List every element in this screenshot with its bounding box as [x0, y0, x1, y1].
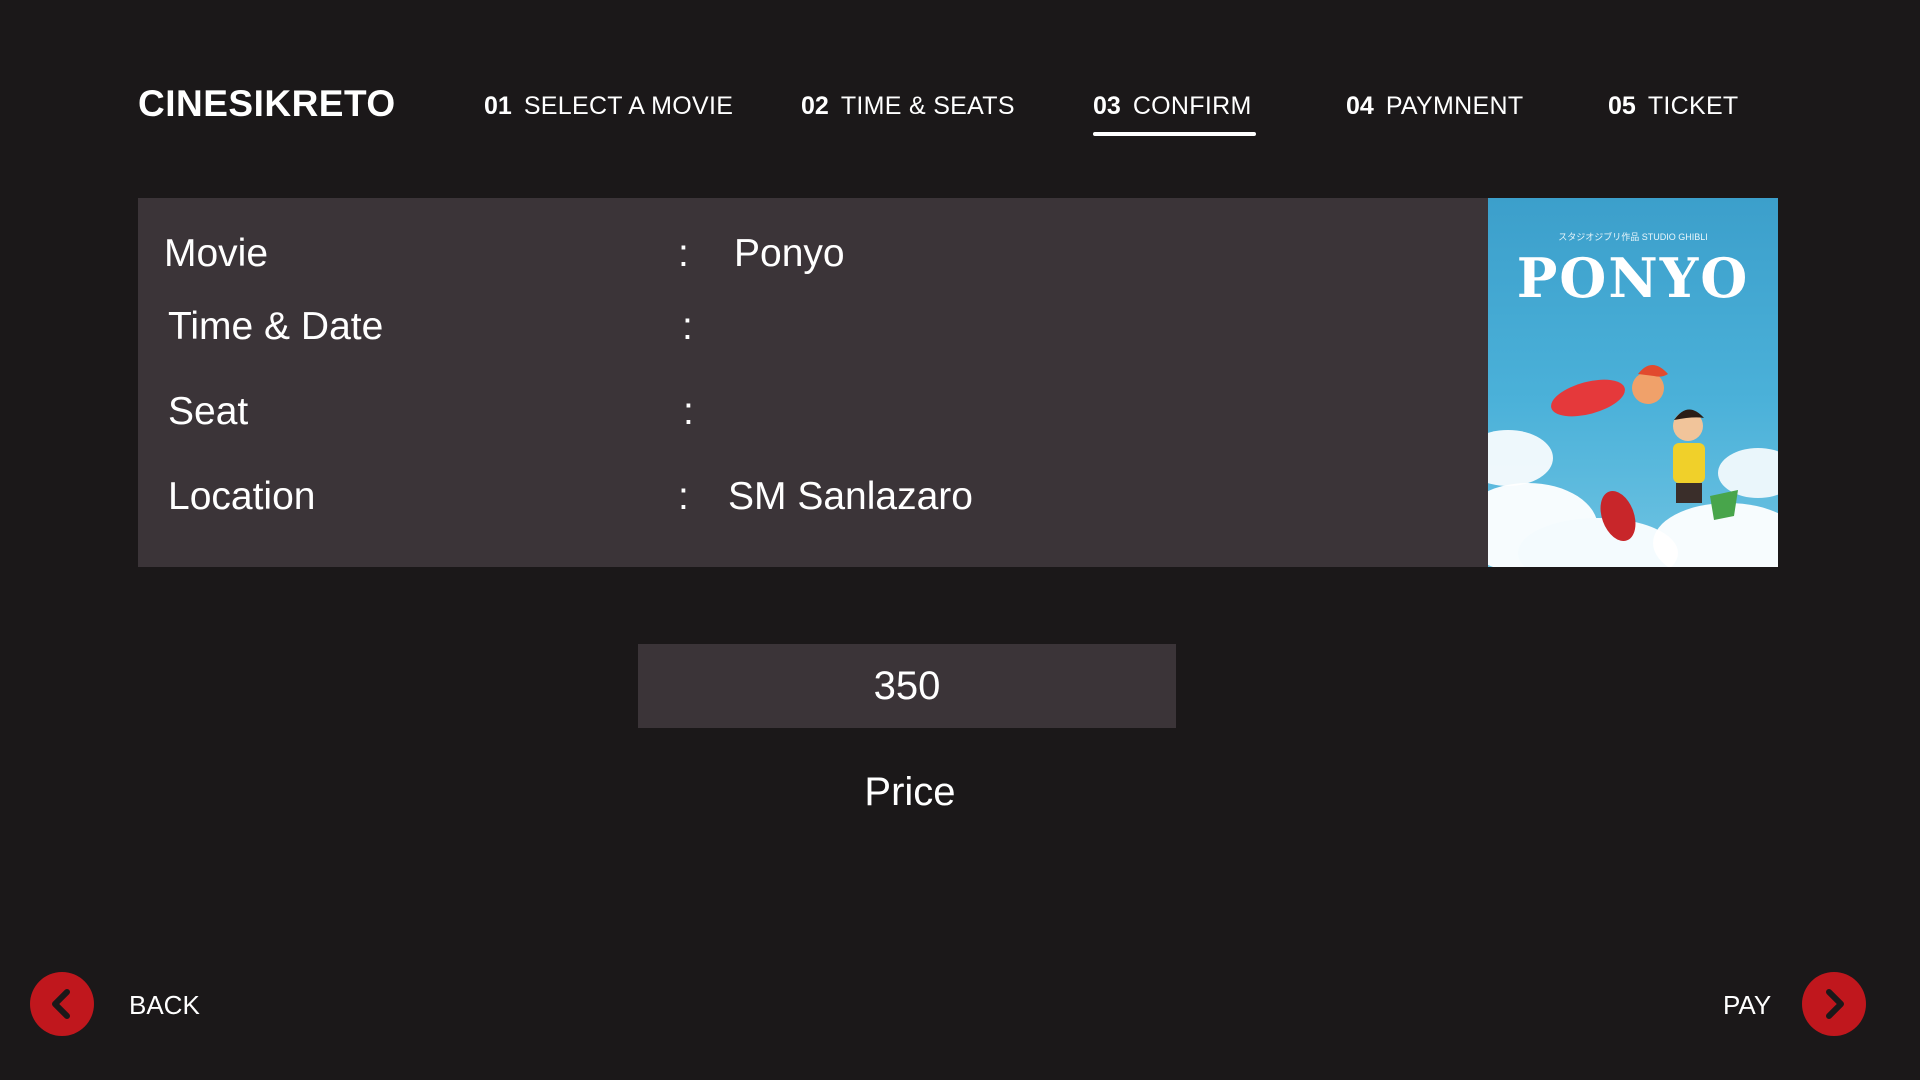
step-number: 04: [1346, 92, 1374, 120]
step-label: CONFIRM: [1132, 92, 1252, 120]
detail-label: Movie: [164, 232, 269, 275]
detail-value: SM Sanlazaro: [728, 475, 973, 518]
detail-separator: :: [678, 475, 689, 518]
detail-label: Location: [168, 475, 316, 518]
step-time-seats[interactable]: 02 TIME & SEATS: [801, 92, 1015, 128]
chevron-left-icon: [52, 989, 70, 1019]
step-number: 05: [1608, 92, 1636, 120]
step-ticket[interactable]: 05 TICKET: [1608, 92, 1739, 128]
pay-button[interactable]: [1802, 972, 1866, 1036]
chevron-right-icon: [1826, 989, 1844, 1019]
step-label: TIME & SEATS: [840, 92, 1015, 120]
detail-label: Time & Date: [168, 305, 384, 348]
brand-logo[interactable]: CINESIKRETO: [138, 83, 396, 125]
step-payment[interactable]: 04 PAYMNENT: [1346, 92, 1523, 128]
confirm-screen: CINESIKRETO 01 SELECT A MOVIE 02 TIME & SE…: [0, 0, 1920, 1080]
detail-separator: :: [682, 305, 693, 348]
step-number: 01: [484, 92, 512, 120]
detail-separator: :: [683, 390, 694, 433]
poster-title: PONYO: [1516, 246, 1750, 310]
booking-details-panel: Movie : Ponyo Time & Date : Seat : Locat…: [138, 198, 1488, 567]
price-label: Price: [864, 770, 956, 814]
step-label: TICKET: [1647, 92, 1739, 120]
detail-separator: :: [678, 232, 689, 275]
detail-value: Ponyo: [734, 232, 845, 275]
back-button[interactable]: [30, 972, 94, 1036]
step-select-movie[interactable]: 01 SELECT A MOVIE: [484, 92, 733, 128]
step-number: 03: [1093, 92, 1121, 120]
detail-label: Seat: [168, 390, 249, 433]
step-confirm[interactable]: 03 CONFIRM: [1093, 92, 1256, 136]
back-label[interactable]: BACK: [129, 990, 200, 1021]
step-label: PAYMNENT: [1385, 92, 1524, 120]
step-label: SELECT A MOVIE: [523, 92, 734, 120]
step-number: 02: [801, 92, 829, 120]
poster-subtitle: スタジオジブリ作品 STUDIO GHIBLI: [1558, 232, 1708, 242]
movie-poster: スタジオジブリ作品 STUDIO GHIBLI PONYO: [1488, 198, 1778, 567]
pay-label[interactable]: PAY: [1723, 990, 1771, 1021]
price-value: 350: [638, 644, 1176, 728]
